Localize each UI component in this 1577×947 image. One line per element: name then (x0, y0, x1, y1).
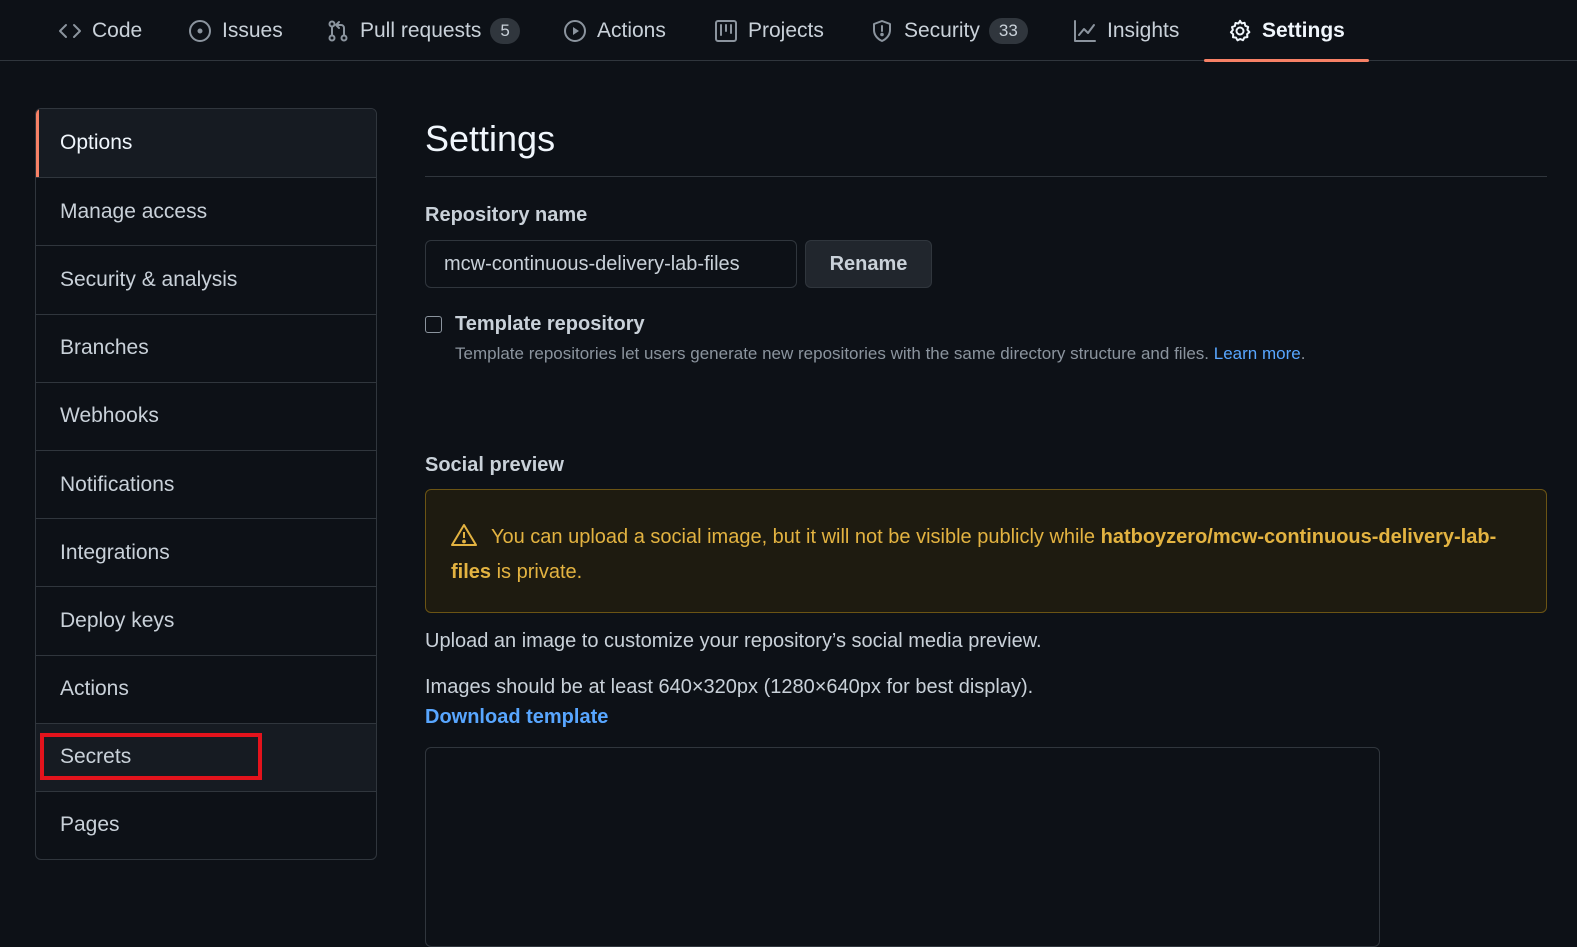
sidebar-item-secrets[interactable]: Secrets (36, 722, 376, 791)
template-repository-note: Template repositories let users generate… (455, 344, 1305, 364)
tab-actions[interactable]: Actions (557, 0, 672, 61)
sidebar-item-notifications[interactable]: Notifications (36, 449, 376, 518)
tab-label: Issues (222, 18, 283, 42)
gear-icon (1228, 19, 1252, 43)
pull-request-icon (326, 19, 350, 43)
repository-name-label: Repository name (425, 204, 588, 226)
shield-icon (870, 19, 894, 43)
sidebar-item-actions[interactable]: Actions (36, 654, 376, 723)
issue-icon (188, 19, 212, 43)
repo-nav: Code Issues Pull requests 5 Actions Proj… (0, 0, 1577, 62)
settings-sidebar: Options Manage access Security & analysi… (35, 108, 377, 861)
repository-name-input[interactable] (425, 240, 797, 288)
tab-label: Code (92, 18, 143, 42)
sidebar-item-integrations[interactable]: Integrations (36, 518, 376, 586)
warning-prefix: You can upload a social image, but it wi… (491, 526, 1096, 548)
pull-requests-count-badge: 5 (490, 17, 520, 44)
warning-suffix: is private. (496, 561, 583, 583)
template-repository-label: Template repository (455, 313, 645, 335)
tab-pull-requests[interactable]: Pull requests 5 (320, 0, 526, 61)
graph-icon (1073, 19, 1097, 43)
social-preview-dropzone[interactable] (425, 747, 1380, 947)
tab-settings[interactable]: Settings (1204, 0, 1369, 62)
code-icon (58, 19, 82, 43)
tab-label: Insights (1107, 18, 1180, 42)
security-count-badge: 33 (988, 17, 1028, 44)
learn-more-link[interactable]: Learn more (1214, 344, 1301, 363)
template-repository-checkbox[interactable] (425, 316, 442, 333)
rename-button[interactable]: Rename (805, 240, 932, 288)
sidebar-item-security-analysis[interactable]: Security & analysis (36, 245, 376, 313)
private-repo-warning: You can upload a social image, but it wi… (425, 489, 1547, 613)
page-title: Settings (425, 100, 1547, 177)
tab-security[interactable]: Security 33 (864, 0, 1034, 61)
template-note-end: . (1300, 344, 1306, 363)
tab-issues[interactable]: Issues (182, 0, 289, 61)
tab-label: Settings (1262, 18, 1345, 42)
download-template-link[interactable]: Download template (425, 706, 608, 729)
sidebar-item-branches[interactable]: Branches (36, 313, 376, 382)
tab-label: Projects (748, 18, 824, 42)
sidebar-item-options[interactable]: Options (36, 109, 376, 178)
sidebar-item-deploy-keys[interactable]: Deploy keys (36, 586, 376, 654)
tab-label: Pull requests (360, 18, 482, 42)
project-icon (714, 19, 738, 43)
social-preview-label: Social preview (425, 454, 564, 476)
tab-code[interactable]: Code (52, 0, 148, 61)
tab-insights[interactable]: Insights (1067, 0, 1185, 61)
tab-projects[interactable]: Projects (708, 0, 830, 61)
sidebar-item-webhooks[interactable]: Webhooks (36, 381, 376, 450)
settings-main: Settings Repository name Rename Template… (425, 100, 1547, 947)
image-size-note: Images should be at least 640×320px (128… (425, 676, 1034, 698)
tab-label: Security (904, 18, 980, 42)
alert-icon (451, 523, 477, 557)
tab-label: Actions (597, 18, 666, 42)
upload-instructions: Upload an image to customize your reposi… (425, 630, 1042, 652)
template-note-text: Template repositories let users generate… (455, 344, 1210, 363)
sidebar-item-pages[interactable]: Pages (36, 790, 376, 859)
sidebar-item-manage-access[interactable]: Manage access (36, 177, 376, 245)
play-icon (563, 19, 587, 43)
